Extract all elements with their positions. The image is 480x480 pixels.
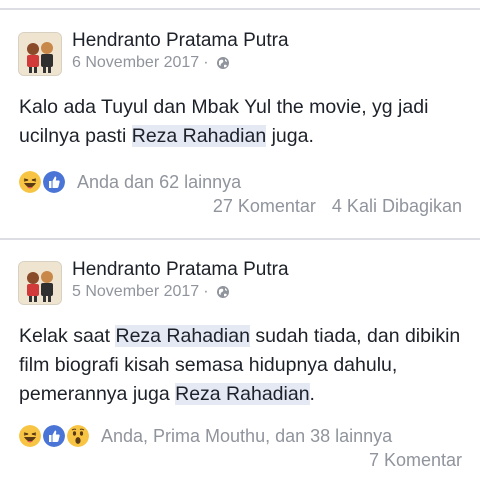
meta-separator: · [203,54,209,71]
author-avatar[interactable] [18,261,62,305]
avatar-cartoon-icon [19,262,61,304]
reactions-summary[interactable]: Anda, Prima Mouthu, dan 38 lainnya [17,423,392,449]
like-icon [41,423,67,449]
post-text-part: juga. [266,125,314,147]
mention-link[interactable]: Reza Rahadian [131,125,267,147]
comments-count[interactable]: 27 Komentar [213,196,316,216]
post-counts: 27 Komentar 4 Kali Dibagikan [213,196,462,217]
globe-icon [216,286,229,298]
reactions-summary[interactable]: Anda dan 62 lainnya [17,169,241,195]
post-meta: 6 November 2017 · [72,54,230,72]
author-name[interactable]: Hendranto Pratama Putra [72,30,289,52]
post-text-part: Kelak saat [19,325,116,347]
post-1: Hendranto Pratama Putra 6 November 2017 … [0,10,480,236]
post-text: Kalo ada Tuyul dan Mbak Yul the movie, y… [19,93,469,151]
post-text-part: . [309,383,315,405]
author-name[interactable]: Hendranto Pratama Putra [72,259,289,281]
reaction-names[interactable]: Anda, Prima Mouthu, dan 38 lainnya [101,426,392,447]
reaction-names[interactable]: Anda dan 62 lainnya [77,172,241,193]
comments-count[interactable]: 7 Komentar [369,450,462,470]
post-date[interactable]: 6 November 2017 [72,54,199,72]
haha-icon [17,169,43,195]
shares-count[interactable]: 4 Kali Dibagikan [332,196,462,216]
author-avatar[interactable] [18,32,62,76]
haha-icon [17,423,43,449]
meta-separator: · [203,283,209,300]
like-icon [41,169,67,195]
avatar-cartoon-icon [19,33,61,75]
post-date[interactable]: 5 November 2017 [72,283,199,301]
wow-icon [65,423,91,449]
post-meta: 5 November 2017 · [72,283,230,301]
post-2: Hendranto Pratama Putra 5 November 2017 … [0,240,480,480]
mention-link[interactable]: Reza Rahadian [175,383,310,405]
mention-link[interactable]: Reza Rahadian [115,325,250,347]
post-counts: 7 Komentar [369,450,462,471]
globe-icon [216,57,229,69]
post-text: Kelak saat Reza Rahadian sudah tiada, da… [19,322,469,409]
